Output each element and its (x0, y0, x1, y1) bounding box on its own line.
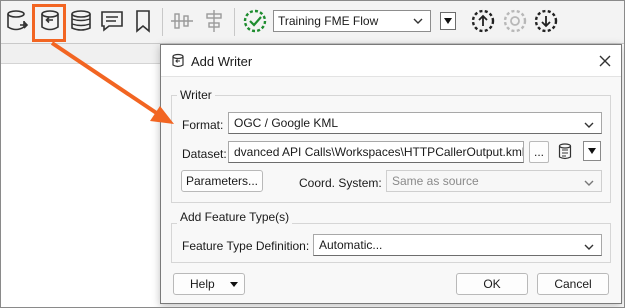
bookmark-icon[interactable] (130, 6, 156, 36)
cancel-label: Cancel (554, 277, 592, 291)
feature-type-group-label: Add Feature Type(s) (177, 210, 293, 224)
add-feature-type-icon[interactable] (67, 6, 95, 36)
dialog-titlebar: Add Writer (161, 45, 621, 77)
coord-system-select[interactable]: Same as source (386, 170, 602, 192)
dataset-label: Dataset: (182, 147, 227, 161)
coord-system-value: Same as source (392, 174, 479, 188)
add-writer-icon (170, 53, 186, 72)
caret-down-icon (444, 18, 452, 24)
publish-icon[interactable] (468, 6, 498, 36)
add-writer-dialog: Add Writer Writer Format: OGC / Google K… (160, 44, 622, 304)
format-label: Format: (182, 118, 224, 132)
caret-down-icon (588, 148, 596, 154)
dialog-title: Add Writer (191, 54, 253, 69)
parameters-label: Parameters... (185, 174, 259, 188)
coord-system-label: Coord. System: (299, 176, 382, 190)
dataset-menu-button[interactable] (583, 141, 601, 161)
server-menu-button[interactable] (440, 12, 456, 30)
navigator-pane (0, 44, 168, 308)
chevron-down-icon (583, 241, 595, 255)
feature-type-definition-value: Automatic... (319, 238, 383, 252)
format-select[interactable]: OGC / Google KML (228, 112, 602, 134)
ok-button[interactable]: OK (456, 273, 528, 295)
help-label: Help (190, 277, 215, 291)
caret-down-icon (230, 282, 238, 287)
browse-label: ... (533, 145, 544, 159)
toolbar-separator (162, 8, 163, 36)
align-horizontal-icon[interactable] (168, 6, 196, 36)
cancel-button[interactable]: Cancel (537, 273, 609, 295)
align-vertical-icon[interactable] (200, 6, 228, 36)
toolbar-separator (234, 8, 235, 36)
format-value: OGC / Google KML (234, 116, 339, 130)
dataset-properties-icon[interactable] (557, 142, 573, 165)
browse-button[interactable]: ... (529, 141, 549, 163)
chevron-down-icon (583, 119, 595, 133)
dataset-value: dvanced API Calls\Workspaces\HTTPCallerO… (234, 145, 524, 159)
navigator-header (0, 44, 168, 64)
writer-group-label: Writer (177, 88, 215, 102)
sync-icon[interactable] (500, 6, 530, 36)
dataset-input[interactable]: dvanced API Calls\Workspaces\HTTPCallerO… (228, 141, 524, 163)
chevron-down-icon (412, 15, 424, 30)
feature-type-definition-select[interactable]: Automatic... (313, 234, 602, 256)
server-select[interactable]: Training FME Flow (273, 10, 431, 32)
connection-status-icon[interactable] (241, 6, 269, 36)
server-select-value: Training FME Flow (278, 14, 379, 28)
close-icon[interactable] (598, 54, 612, 71)
download-icon[interactable] (531, 6, 561, 36)
help-button[interactable]: Help (173, 273, 245, 295)
writer-highlight-box (32, 4, 66, 42)
annotation-icon[interactable] (98, 6, 126, 36)
chevron-down-icon (583, 177, 595, 191)
main-toolbar: Training FME Flow (0, 0, 625, 44)
add-reader-icon[interactable] (4, 6, 32, 36)
ok-label: OK (483, 277, 501, 291)
parameters-button[interactable]: Parameters... (181, 170, 263, 192)
feature-type-definition-label: Feature Type Definition: (182, 239, 310, 253)
